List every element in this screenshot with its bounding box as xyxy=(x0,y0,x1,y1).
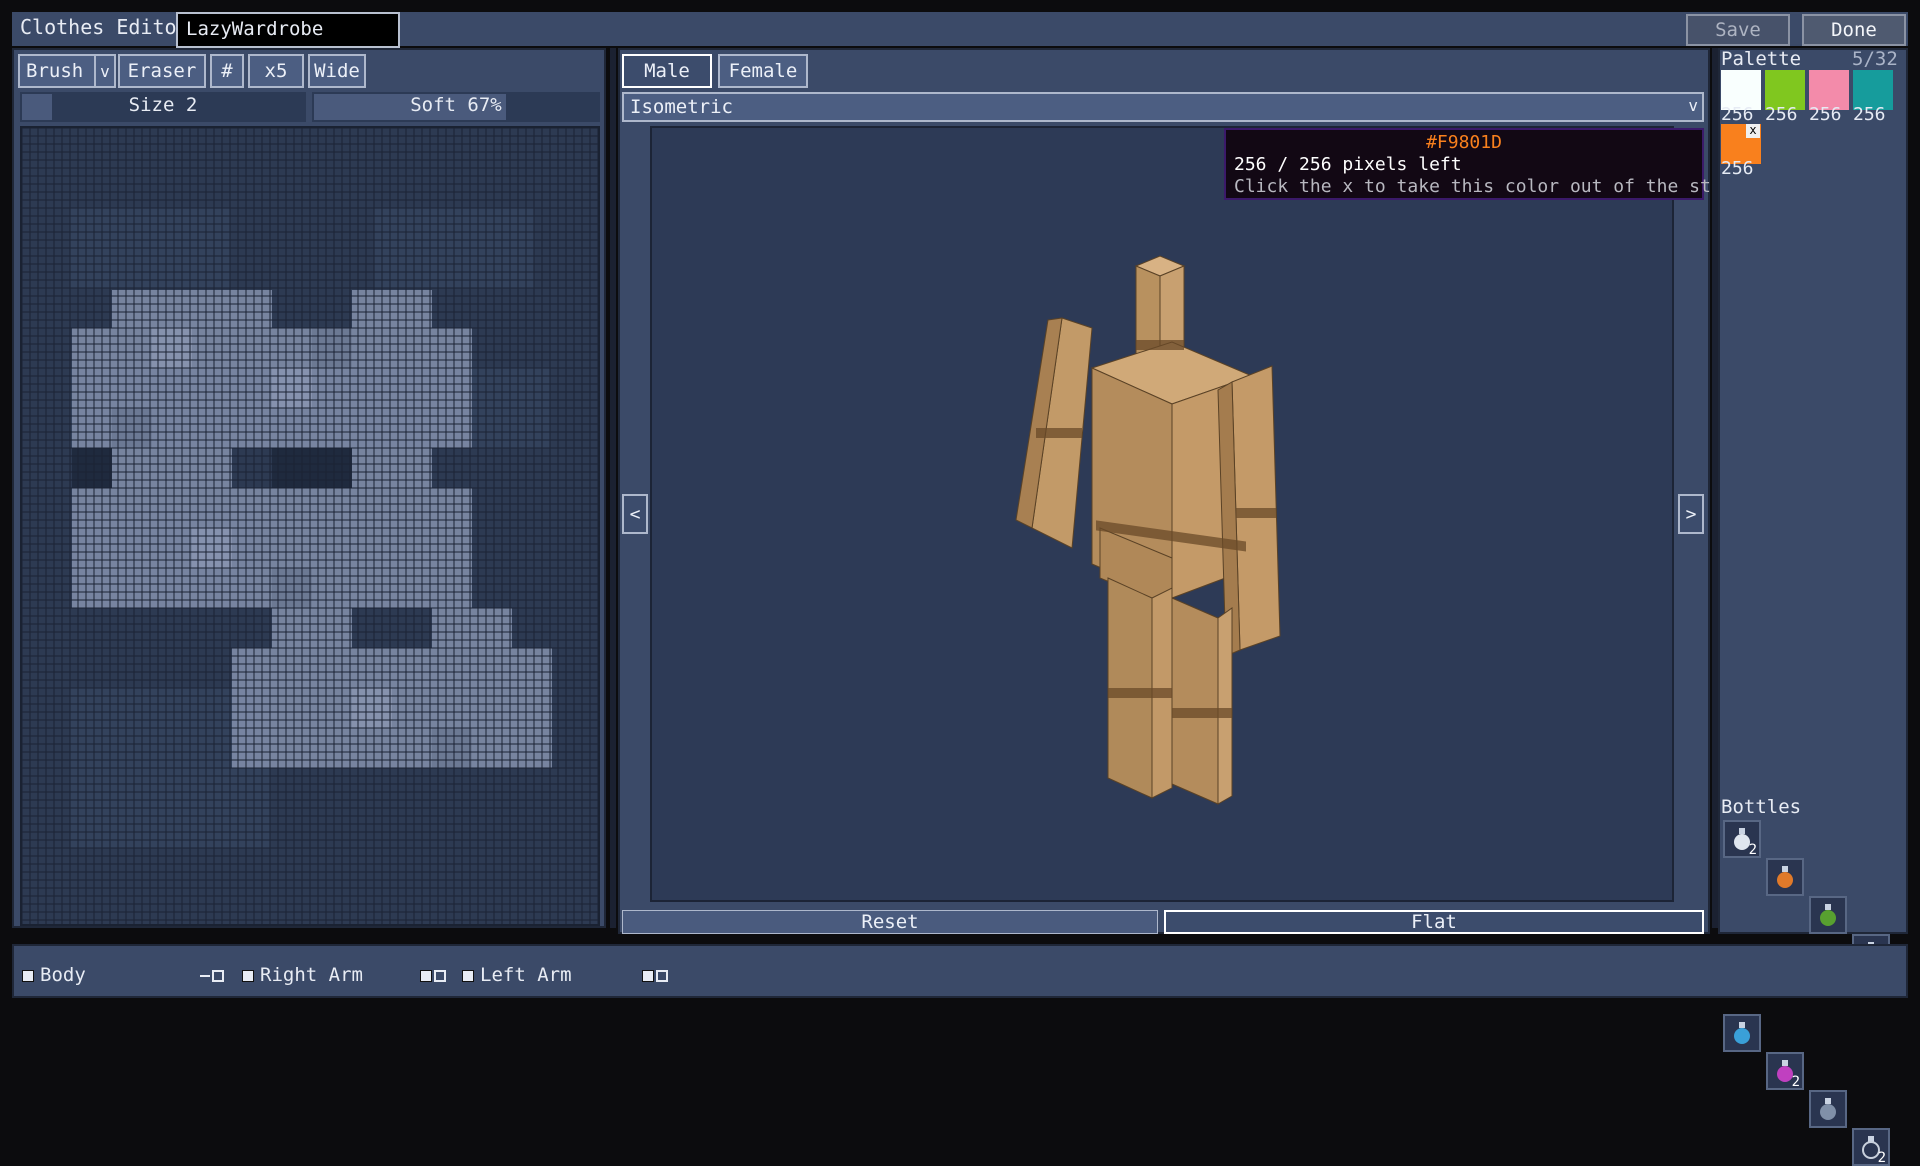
view-mode-chevron: v xyxy=(1688,96,1698,115)
part-right-arm[interactable]: Right Arm xyxy=(242,964,363,986)
name-input[interactable]: LazyWardrobe xyxy=(176,12,400,48)
remove-color-icon[interactable]: x xyxy=(1746,124,1760,138)
eraser-button[interactable]: Eraser xyxy=(118,54,206,88)
name-input-value: LazyWardrobe xyxy=(186,18,324,40)
wide-button[interactable]: Wide xyxy=(308,54,366,88)
bottles-title: Bottles xyxy=(1721,796,1802,818)
body-overlay-toggle[interactable] xyxy=(200,964,230,986)
bottle-slot[interactable] xyxy=(1809,1090,1847,1128)
hash-button[interactable]: # xyxy=(210,54,244,88)
left-arm-overlay-checkbox-icon[interactable] xyxy=(656,969,668,982)
part-left-arm[interactable]: Left Arm xyxy=(462,964,572,986)
flat-button[interactable]: Flat xyxy=(1164,910,1704,934)
right-arm-inner-checkbox-icon[interactable] xyxy=(420,969,432,982)
bottle-slot[interactable] xyxy=(1766,858,1804,896)
palette-count: 5/32 xyxy=(1852,48,1898,70)
right-arm-label: Right Arm xyxy=(260,964,363,986)
palette-title: Palette xyxy=(1721,48,1802,70)
left-arm-checkbox-icon[interactable] xyxy=(462,969,474,982)
bottle-slot[interactable]: 2 xyxy=(1723,820,1761,858)
bottle-slot[interactable] xyxy=(1809,896,1847,934)
left-arm-toggles[interactable] xyxy=(642,964,674,986)
palette-swatch-count: 256 xyxy=(1721,158,1754,179)
texture-canvas[interactable] xyxy=(20,126,600,926)
soft-label: Soft 67% xyxy=(410,94,502,116)
body-checkbox-icon[interactable] xyxy=(22,969,34,982)
rotate-left-button[interactable]: < xyxy=(622,494,648,534)
potion-green-icon xyxy=(1820,904,1836,926)
tooltip-hint: Click the x to take this color out of th… xyxy=(1234,176,1744,197)
size-slider[interactable]: Size 2 xyxy=(20,92,306,122)
brush-dropdown[interactable]: v xyxy=(94,54,116,88)
bottle-count: 2 xyxy=(1877,1150,1886,1166)
reset-button[interactable]: Reset xyxy=(622,910,1158,934)
size-label: Size 2 xyxy=(128,94,198,116)
right-arm-checkbox-icon[interactable] xyxy=(242,969,254,982)
bottle-slot[interactable]: 2 xyxy=(1766,1052,1804,1090)
texture-grid xyxy=(22,128,598,924)
palette-swatch-count: 256 xyxy=(1853,104,1886,125)
zoom-button[interactable]: x5 xyxy=(248,54,304,88)
tooltip-color-hex: #F9801D xyxy=(1426,132,1502,153)
color-tooltip: #F9801D 256 / 256 pixels left Click the … xyxy=(1224,128,1744,200)
window-title: Clothes Editor xyxy=(20,15,189,39)
brush-label: Brush xyxy=(26,60,84,82)
save-button[interactable]: Save xyxy=(1686,14,1790,46)
bottle-slot[interactable] xyxy=(1723,1014,1761,1052)
panel-divider xyxy=(610,48,616,928)
bottle-count: 2 xyxy=(1791,1074,1800,1090)
left-arm-label: Left Arm xyxy=(480,964,572,986)
tooltip-pixels-left: 256 / 256 pixels left xyxy=(1234,154,1462,175)
body-label: Body xyxy=(40,964,86,986)
potion-blue-icon xyxy=(1734,1022,1750,1044)
part-body[interactable]: Body xyxy=(22,964,86,986)
male-button[interactable]: Male xyxy=(622,54,712,88)
potion-gray-icon xyxy=(1820,1098,1836,1120)
potion-orange-icon xyxy=(1777,866,1793,888)
palette-swatch-count: 256 xyxy=(1721,104,1754,125)
right-arm-toggles[interactable] xyxy=(420,964,452,986)
mannequin-model xyxy=(1015,255,1281,805)
model-viewport[interactable] xyxy=(650,126,1674,902)
bottle-slot[interactable]: 2 xyxy=(1852,1128,1890,1166)
overlay-checkbox-icon[interactable] xyxy=(212,969,224,982)
right-arm-overlay-checkbox-icon[interactable] xyxy=(434,969,446,982)
left-arm-inner-checkbox-icon[interactable] xyxy=(642,969,654,982)
softness-slider[interactable]: Soft 67% xyxy=(312,92,600,122)
bottle-count: 2 xyxy=(1748,842,1757,858)
rotate-right-button[interactable]: > xyxy=(1678,494,1704,534)
palette-swatch-count: 256 xyxy=(1809,104,1842,125)
female-button[interactable]: Female xyxy=(718,54,808,88)
palette-swatch-count: 256 xyxy=(1765,104,1798,125)
done-button[interactable]: Done xyxy=(1802,14,1906,46)
view-mode-dropdown[interactable]: Isometric v xyxy=(622,92,1704,122)
view-mode-value: Isometric xyxy=(630,96,733,118)
